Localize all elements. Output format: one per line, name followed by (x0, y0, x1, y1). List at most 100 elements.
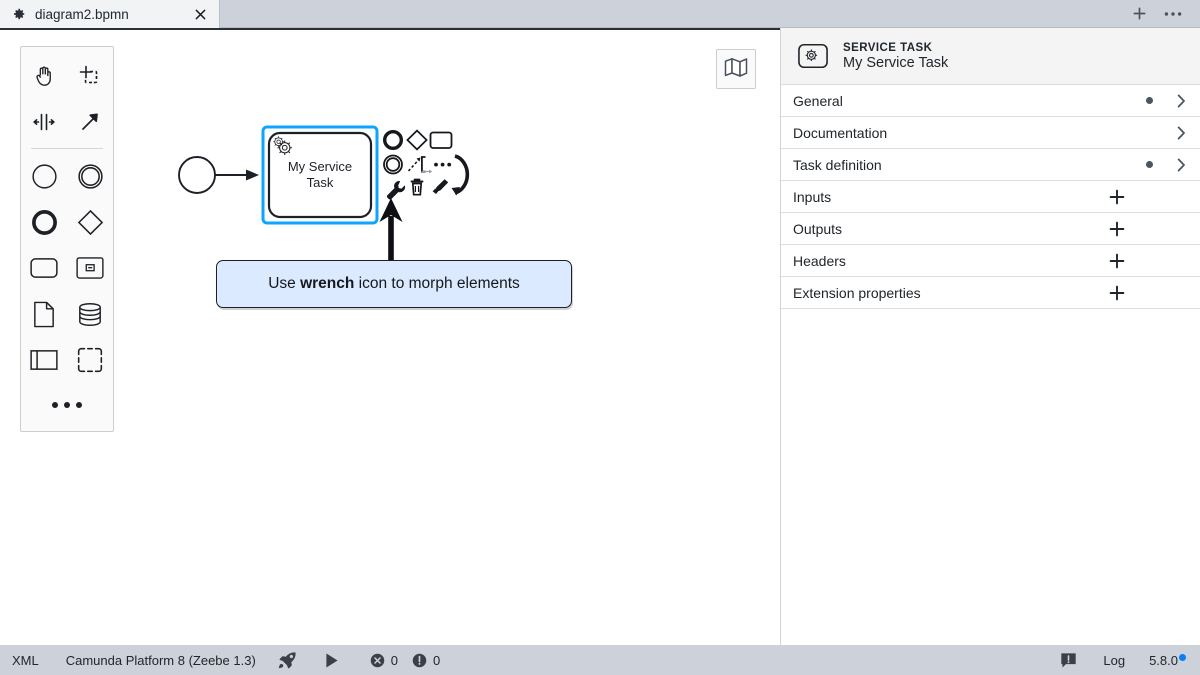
notifications-button[interactable] (1060, 652, 1077, 669)
prop-group-task-definition[interactable]: Task definition (781, 149, 1200, 181)
prop-group-general[interactable]: General (781, 85, 1200, 117)
prop-group-label: General (793, 93, 843, 109)
create-data-store[interactable] (67, 291, 113, 337)
context-append-gateway (407, 131, 426, 150)
service-task-label-line2: Task (307, 175, 334, 190)
prop-group-headers[interactable]: Headers (781, 245, 1200, 277)
tooltip-text-before: Use (268, 275, 300, 292)
error-count[interactable]: 0 (370, 653, 398, 668)
hand-tool[interactable] (21, 53, 67, 99)
create-intermediate-event[interactable] (67, 153, 113, 199)
map-icon (724, 57, 748, 82)
palette-more-button[interactable] (21, 383, 113, 427)
context-append-task (431, 133, 452, 149)
prop-group-outputs[interactable]: Outputs (781, 213, 1200, 245)
properties-panel: SERVICE TASK My Service Task General Doc… (780, 28, 1200, 645)
chevron-right-icon[interactable] (1177, 126, 1186, 140)
connect-arrow-icon[interactable] (67, 99, 113, 145)
context-append-subprocess (422, 157, 433, 173)
context-loop-marker (452, 156, 468, 196)
diagram-canvas[interactable]: My Service Task (0, 28, 780, 645)
create-participant[interactable] (21, 337, 67, 383)
annotation-tooltip: Use wrench icon to morph elements (216, 260, 572, 308)
status-dot (1146, 161, 1153, 168)
dot (52, 402, 58, 408)
service-task-gear-icon (797, 42, 829, 70)
warning-count-value: 0 (433, 653, 440, 668)
add-input-button[interactable] (1106, 189, 1128, 205)
ellipsis-icon[interactable] (1160, 3, 1186, 25)
properties-panel-header: SERVICE TASK My Service Task (781, 28, 1200, 85)
dot (64, 402, 70, 408)
status-bar: XML Camunda Platform 8 (Zeebe 1.3) 0 (0, 645, 1200, 675)
status-dot (1146, 97, 1153, 104)
prop-group-label: Extension properties (793, 285, 921, 301)
prop-group-label: Outputs (793, 221, 842, 237)
sequence-flow (215, 170, 259, 181)
service-task-rect (269, 133, 371, 217)
context-append-intermediate-event (384, 156, 402, 174)
properties-header-text: SERVICE TASK My Service Task (843, 42, 948, 71)
space-tool-icon[interactable] (21, 99, 67, 145)
create-data-object[interactable] (21, 291, 67, 337)
tab-bar-spacer (220, 0, 1126, 27)
app-window: diagram2.bpmn (0, 0, 1200, 675)
dot (76, 402, 82, 408)
context-append-end-event (385, 132, 402, 149)
deploy-button[interactable] (278, 651, 297, 670)
tooltip-text-after: icon to morph elements (354, 275, 519, 292)
create-group[interactable] (67, 337, 113, 383)
prop-group-label: Documentation (793, 125, 887, 141)
context-more-options (434, 163, 451, 167)
lasso-select-icon[interactable] (67, 53, 113, 99)
prop-group-label: Task definition (793, 157, 882, 173)
tab-diagram2[interactable]: diagram2.bpmn (0, 0, 220, 28)
minimap-toggle-button[interactable] (716, 49, 756, 89)
tab-title: diagram2.bpmn (35, 7, 129, 22)
service-task-label-line1: My Service (288, 159, 352, 174)
log-button[interactable]: Log (1103, 653, 1125, 668)
annotation-arrow (380, 198, 403, 260)
selection-outline (263, 127, 377, 223)
start-event-shape (179, 157, 215, 193)
error-count-value: 0 (391, 653, 398, 668)
engine-selector[interactable]: Camunda Platform 8 (Zeebe 1.3) (66, 653, 256, 668)
warning-icon (412, 653, 427, 668)
prop-group-label: Headers (793, 253, 846, 269)
prop-group-documentation[interactable]: Documentation (781, 117, 1200, 149)
prop-group-label: Inputs (793, 189, 831, 205)
plus-icon[interactable] (1126, 3, 1152, 25)
error-icon (370, 653, 385, 668)
create-subprocess[interactable] (67, 245, 113, 291)
version-label: 5.8.0 (1149, 653, 1178, 668)
element-palette (20, 46, 114, 432)
xml-toggle-button[interactable]: XML (12, 653, 39, 668)
update-badge (1179, 654, 1186, 661)
create-gateway[interactable] (67, 199, 113, 245)
add-header-button[interactable] (1106, 253, 1128, 269)
warning-count[interactable]: 0 (412, 653, 440, 668)
close-icon[interactable] (192, 6, 208, 22)
add-output-button[interactable] (1106, 221, 1128, 237)
chevron-right-icon[interactable] (1177, 158, 1186, 172)
context-set-color (433, 179, 449, 194)
service-task-gear-icon (273, 136, 292, 155)
create-start-event[interactable] (21, 153, 67, 199)
prop-group-extension-properties[interactable]: Extension properties (781, 277, 1200, 309)
context-connect-tool (409, 158, 421, 172)
run-button[interactable] (323, 652, 340, 669)
tooltip-text-bold: wrench (300, 275, 354, 292)
context-delete-element (412, 180, 423, 195)
create-task[interactable] (21, 245, 67, 291)
add-extension-property-button[interactable] (1106, 285, 1128, 301)
version-indicator[interactable]: 5.8.0 (1149, 653, 1186, 668)
chevron-right-icon[interactable] (1177, 94, 1186, 108)
element-type-label: SERVICE TASK (843, 42, 948, 54)
palette-divider (31, 148, 103, 149)
tooltip-text: Use wrench icon to morph elements (268, 275, 520, 293)
prop-group-inputs[interactable]: Inputs (781, 181, 1200, 213)
create-end-event[interactable] (21, 199, 67, 245)
tab-bar: diagram2.bpmn (0, 0, 1200, 28)
gear-icon (12, 7, 26, 21)
tab-bar-actions (1126, 0, 1200, 27)
